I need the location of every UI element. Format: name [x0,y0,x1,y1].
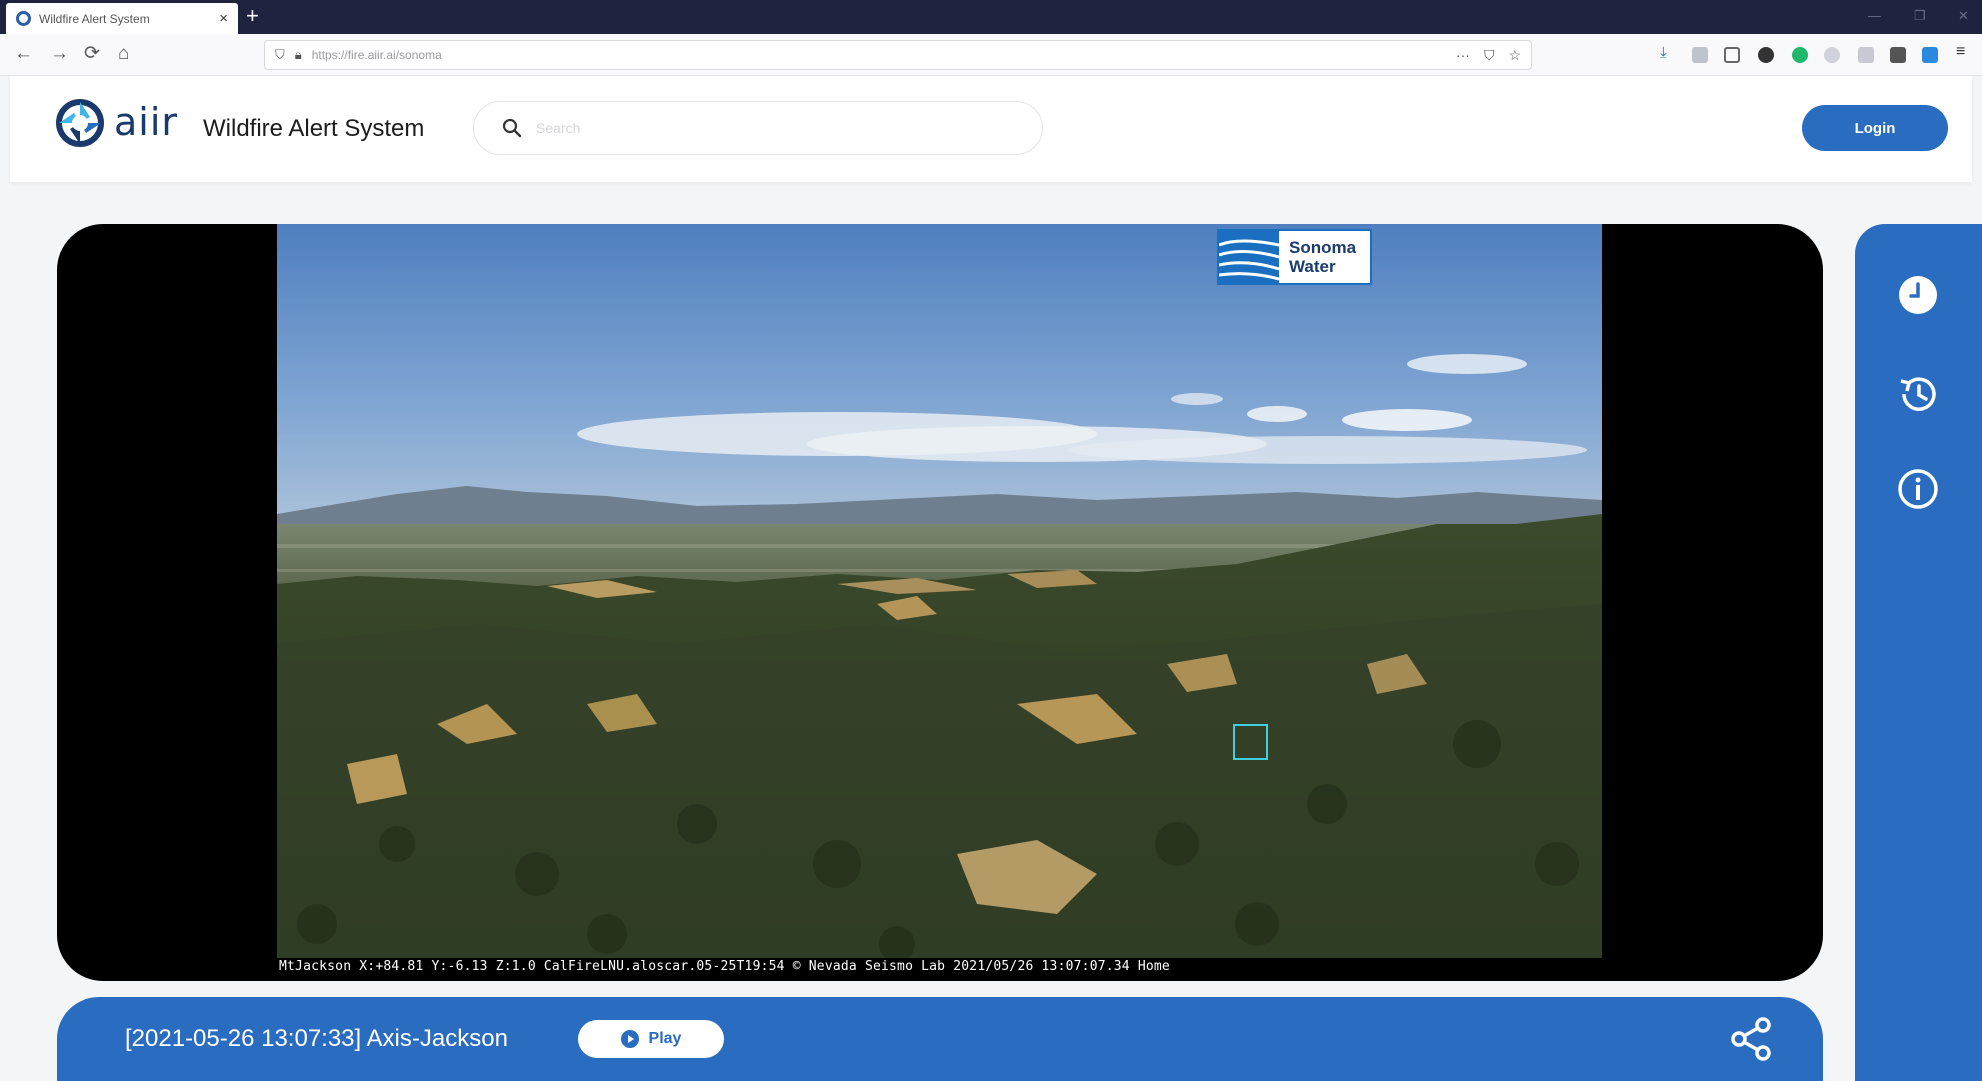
app-title: Wildfire Alert System [203,115,425,142]
event-bar: [2021-05-26 13:07:33] Axis-Jackson Play [57,997,1823,1081]
tab-close-icon[interactable]: × [219,10,228,27]
landscape-image [277,224,1602,958]
favicon-icon [16,11,31,26]
browser-tab[interactable]: Wildfire Alert System × [6,3,238,34]
extension-icon[interactable] [1890,47,1906,63]
browser-nav-bar: ← → ⟳ ⌂ ⛉ 🔒︎ https://fire.aiir.ai/sonoma… [0,34,1982,76]
event-label: [2021-05-26 13:07:33] Axis-Jackson [125,1025,508,1052]
extension-icon[interactable] [1858,47,1874,63]
restore-icon[interactable]: ❐ [1914,8,1926,24]
reload-button[interactable]: ⟳ [84,43,100,65]
clock-icon[interactable] [1895,272,1941,318]
menu-icon[interactable]: ≡ [1956,43,1972,60]
lock-icon: 🔒︎ [294,47,302,62]
smoke-detection-box[interactable] [1233,724,1268,760]
search-icon [502,118,522,138]
url-text[interactable]: https://fire.aiir.ai/sonoma [312,48,1442,62]
shield-icon: ⛉ [275,47,285,62]
back-button[interactable]: ← [14,43,33,65]
login-button[interactable]: Login [1802,105,1948,151]
library-icon[interactable] [1692,47,1708,63]
camera-overlay-text: MtJackson X:+84.81 Y:-6.13 Z:1.0 CalFire… [279,959,1170,974]
history-icon[interactable] [1895,371,1941,417]
share-icon[interactable] [1727,1015,1775,1063]
search-box[interactable] [473,101,1043,155]
page-actions-icon[interactable]: ··· [1456,47,1470,63]
play-button[interactable]: Play [578,1020,724,1058]
search-input[interactable] [536,120,1016,136]
grammarly-icon[interactable] [1792,47,1808,63]
camera-image[interactable] [277,224,1602,958]
sidebar-icon[interactable] [1724,47,1740,63]
side-panel [1855,224,1982,1081]
pocket-icon[interactable]: ⛉ [1484,47,1495,64]
sonoma-logo-text: Sonoma Water [1289,238,1357,276]
extension-icon[interactable] [1922,47,1938,63]
play-label: Play [648,1030,682,1047]
extension-icon[interactable] [1824,47,1840,63]
forward-button[interactable]: → [50,43,69,65]
browser-tab-bar: Wildfire Alert System × + — ❐ ✕ [0,0,1982,34]
app-header: aiir Wildfire Alert System Login [10,76,1972,182]
tab-title: Wildfire Alert System [39,11,150,26]
close-window-icon[interactable]: ✕ [1958,8,1969,24]
extension-icon[interactable] [1758,47,1774,63]
sonoma-wave-icon [1219,231,1279,283]
info-icon[interactable] [1895,466,1941,512]
bookmark-star-icon[interactable]: ☆ [1508,47,1521,64]
aiir-logo-icon[interactable] [56,99,104,147]
minimize-icon[interactable]: — [1868,8,1881,23]
logo-wordmark: aiir [114,100,179,144]
download-icon[interactable]: ⤓ [1660,44,1676,61]
sonoma-water-logo: Sonoma Water [1217,229,1372,285]
address-bar[interactable]: ⛉ 🔒︎ https://fire.aiir.ai/sonoma ··· ⛉ ☆ [264,40,1532,70]
play-icon [620,1030,639,1048]
camera-viewer: Sonoma Water MtJackson X:+84.81 Y:-6.13 … [57,224,1823,981]
new-tab-button[interactable]: + [246,4,259,28]
home-button[interactable]: ⌂ [118,43,129,65]
